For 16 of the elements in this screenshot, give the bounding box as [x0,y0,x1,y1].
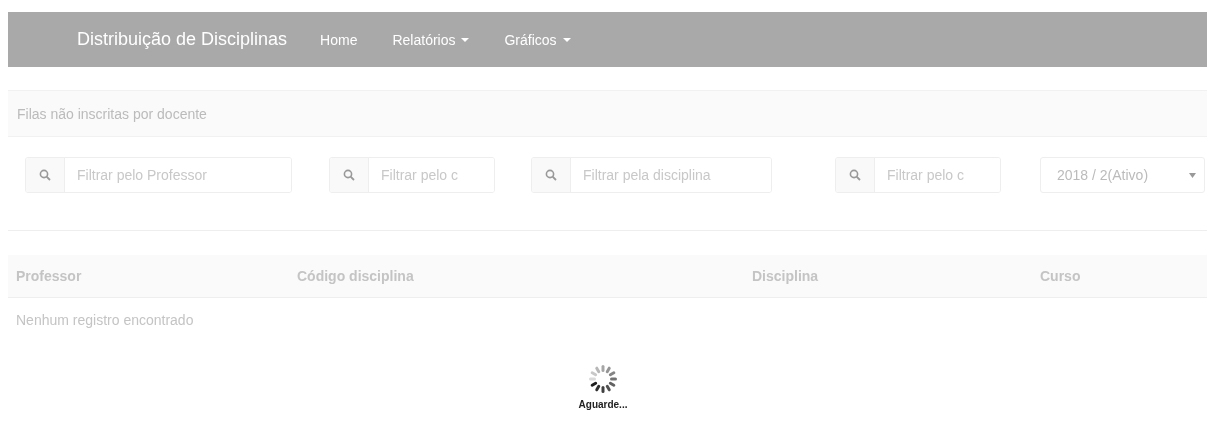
search-icon [39,169,51,181]
empty-message: Nenhum registro encontrado [15,311,195,328]
dropdown-arrow-icon [1189,172,1196,178]
nav-link[interactable]: Gráficos [504,31,571,48]
nav-link[interactable]: Relatórios [392,31,470,48]
panel-title: Filas não inscritas por docente [17,105,207,122]
caret-icon [562,37,571,42]
caret-icon [461,37,470,42]
spinner-icon [588,364,618,394]
period-select[interactable]: 2018 / 2(Ativo) [1040,157,1205,193]
search-icon [545,169,557,181]
brand-link[interactable]: Distribuição de Disciplinas [77,29,288,50]
search-icon [849,169,861,181]
loading-label: Aguarde... [578,399,628,410]
nav-link[interactable]: Home [320,31,358,48]
search-icon [343,169,355,181]
